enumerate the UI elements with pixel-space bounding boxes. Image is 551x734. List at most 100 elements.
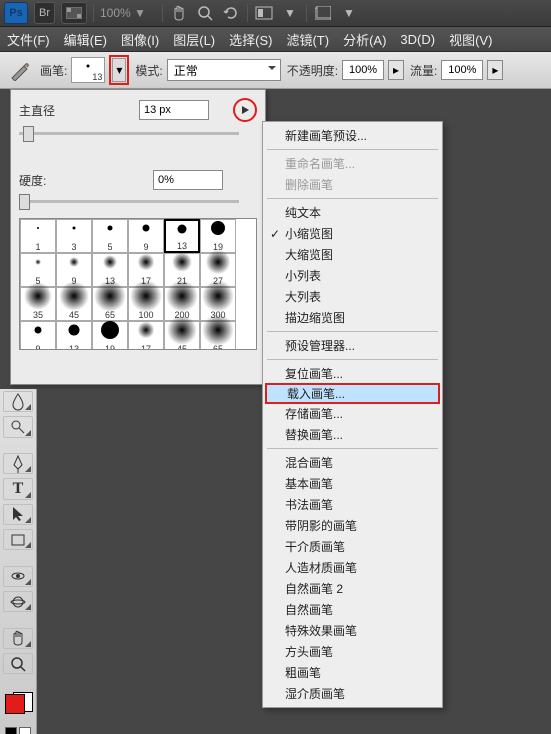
menu-item[interactable]: 书法画笔 xyxy=(265,494,440,515)
brush-preset-size: 9 xyxy=(35,344,40,350)
current-tool-icon[interactable] xyxy=(6,56,34,84)
screen-mode-dd-icon[interactable]: ▼ xyxy=(280,3,300,23)
menu-item-label: 特殊效果画笔 xyxy=(285,622,357,639)
menu-filter[interactable]: 滤镜(T) xyxy=(279,27,336,51)
hand-tool-icon[interactable] xyxy=(169,3,189,23)
brush-preset-cell[interactable]: 45 xyxy=(164,321,200,350)
menu-item[interactable]: 自然画笔 2 xyxy=(265,578,440,599)
menu-item[interactable]: 预设管理器... xyxy=(265,335,440,356)
brush-preset-cell[interactable]: 65 xyxy=(92,287,128,321)
menu-file[interactable]: 文件(F) xyxy=(0,27,57,51)
menu-item[interactable]: 复位画笔... xyxy=(265,363,440,384)
tool-pen[interactable] xyxy=(3,453,33,474)
menu-item[interactable]: 纯文本 xyxy=(265,202,440,223)
brush-size-indicator: 13 xyxy=(92,72,102,82)
brush-preview[interactable]: 13 xyxy=(71,57,105,83)
menu-item[interactable]: 小列表 xyxy=(265,265,440,286)
tool-type[interactable]: T xyxy=(3,478,33,499)
menu-item[interactable]: 载入画笔... xyxy=(265,383,440,404)
menu-item[interactable]: 大列表 xyxy=(265,286,440,307)
brush-preset-cell[interactable]: 17 xyxy=(128,321,164,350)
brush-flyout-menu: 新建画笔预设...重命名画笔...删除画笔纯文本✓小缩览图大缩览图小列表大列表描… xyxy=(262,121,443,708)
quick-mask-toggle[interactable] xyxy=(5,727,31,734)
menu-item[interactable]: 带阴影的画笔 xyxy=(265,515,440,536)
zoom-tool-icon[interactable] xyxy=(195,3,215,23)
brush-preset-cell[interactable]: 19 xyxy=(200,219,236,253)
menu-item[interactable]: 自然画笔 xyxy=(265,599,440,620)
brush-preset-cell[interactable]: 100 xyxy=(128,287,164,321)
menu-item[interactable]: 新建画笔预设... xyxy=(265,125,440,146)
brush-preset-cell[interactable]: 9 xyxy=(128,219,164,253)
flow-dropdown[interactable]: ▸ xyxy=(487,60,503,80)
tool-3d-orbit[interactable] xyxy=(3,591,33,612)
menu-item[interactable]: 基本画笔 xyxy=(265,473,440,494)
menu-item[interactable]: 湿介质画笔 xyxy=(265,683,440,704)
color-swatches[interactable] xyxy=(3,694,33,712)
brush-preset-cell[interactable]: 13 xyxy=(56,321,92,350)
menu-item[interactable]: 特殊效果画笔 xyxy=(265,620,440,641)
toolbox-separator xyxy=(4,554,32,561)
separator xyxy=(247,4,248,22)
menu-edit[interactable]: 编辑(E) xyxy=(57,27,114,51)
separator xyxy=(306,4,307,22)
menu-item[interactable]: 大缩览图 xyxy=(265,244,440,265)
brush-preset-cell[interactable]: 45 xyxy=(56,287,92,321)
screen-mode-icon[interactable] xyxy=(254,3,274,23)
minibridge-button[interactable] xyxy=(61,2,87,24)
brush-label: 画笔: xyxy=(40,62,67,79)
brush-picker-dropdown[interactable]: ▾ xyxy=(112,58,126,82)
tool-zoom[interactable] xyxy=(3,653,33,674)
brush-preset-cell[interactable]: 3 xyxy=(56,219,92,253)
menu-image[interactable]: 图像(I) xyxy=(114,27,166,51)
menu-item[interactable]: 干介质画笔 xyxy=(265,536,440,557)
title-bar: Ps Br 100% ▼ ▼ ▼ xyxy=(0,0,551,27)
menu-layer[interactable]: 图层(L) xyxy=(166,27,222,51)
menu-item[interactable]: 粗画笔 xyxy=(265,662,440,683)
arrange-docs-dd-icon[interactable]: ▼ xyxy=(339,3,359,23)
tool-dodge[interactable] xyxy=(3,416,33,437)
brush-preset-size: 3 xyxy=(71,242,76,252)
brush-preset-cell[interactable]: 65 xyxy=(200,321,236,350)
menu-3d[interactable]: 3D(D) xyxy=(393,27,442,51)
menu-item[interactable]: 存储画笔... xyxy=(265,403,440,424)
tool-hand[interactable] xyxy=(3,628,33,649)
brush-preset-size: 19 xyxy=(105,344,115,350)
diameter-slider[interactable] xyxy=(19,126,239,140)
brush-preset-cell[interactable]: 35 xyxy=(20,287,56,321)
brush-preset-grid[interactable]: 1359131959131721273545651002003009131917… xyxy=(19,218,257,350)
menu-select[interactable]: 选择(S) xyxy=(222,27,279,51)
opacity-dropdown[interactable]: ▸ xyxy=(388,60,404,80)
brush-preset-cell[interactable]: 1 xyxy=(20,219,56,253)
brush-picker-dropdown-highlight: ▾ xyxy=(109,55,129,85)
menu-view[interactable]: 视图(V) xyxy=(442,27,499,51)
rotate-view-icon[interactable] xyxy=(221,3,241,23)
flow-input[interactable]: 100% xyxy=(441,60,483,80)
flyout-button[interactable] xyxy=(237,102,253,118)
tool-3d-rotate[interactable] xyxy=(3,566,33,587)
brush-preset-cell[interactable]: 13 xyxy=(164,219,200,253)
bridge-button[interactable]: Br xyxy=(34,2,55,24)
brush-preset-size: 13 xyxy=(69,344,79,350)
diameter-input[interactable]: 13 px xyxy=(139,100,209,120)
brush-preset-cell[interactable]: 19 xyxy=(92,321,128,350)
brush-preset-cell[interactable]: 9 xyxy=(20,321,56,350)
mode-select[interactable]: 正常 xyxy=(167,59,281,81)
menu-item[interactable]: ✓小缩览图 xyxy=(265,223,440,244)
hardness-input[interactable]: 0% xyxy=(153,170,223,190)
opacity-input[interactable]: 100% xyxy=(342,60,384,80)
menu-analysis[interactable]: 分析(A) xyxy=(336,27,393,51)
menu-item[interactable]: 替换画笔... xyxy=(265,424,440,445)
tool-blur[interactable] xyxy=(3,391,33,412)
brush-preset-cell[interactable]: 5 xyxy=(92,219,128,253)
menu-item[interactable]: 方头画笔 xyxy=(265,641,440,662)
tool-shape[interactable] xyxy=(3,529,33,550)
arrange-docs-icon[interactable] xyxy=(313,3,333,23)
zoom-dropdown[interactable]: 100% ▼ xyxy=(100,6,156,20)
menu-item[interactable]: 描边缩览图 xyxy=(265,307,440,328)
hardness-slider[interactable] xyxy=(19,194,239,208)
toolbox: T xyxy=(0,389,37,734)
menu-item[interactable]: 人造材质画笔 xyxy=(265,557,440,578)
foreground-color[interactable] xyxy=(5,694,25,714)
menu-item[interactable]: 混合画笔 xyxy=(265,452,440,473)
tool-path-select[interactable] xyxy=(3,504,33,525)
